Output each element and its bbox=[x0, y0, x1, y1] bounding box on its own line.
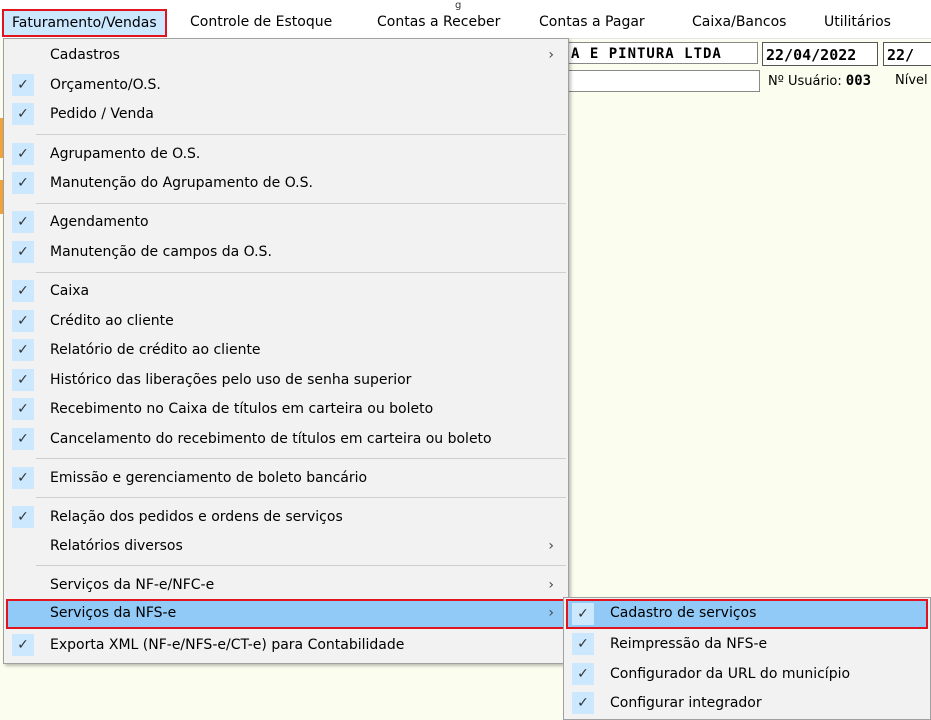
menu-item-label: Caixa bbox=[50, 283, 90, 299]
menu-item-label: Manutenção do Agrupamento de O.S. bbox=[50, 175, 313, 191]
menu-item-manutencao-campos-os[interactable]: ✓ Manutenção de campos da O.S. bbox=[6, 238, 566, 266]
menu-separator bbox=[36, 203, 566, 204]
menu-separator bbox=[36, 497, 566, 498]
submenu-item-reimpressao-nfse[interactable]: ✓ Reimpressão da NFS-e bbox=[566, 630, 930, 658]
menu-controle-estoque[interactable]: Controle de Estoque bbox=[190, 9, 332, 35]
menu-item-pedido-venda[interactable]: ✓ Pedido / Venda bbox=[6, 100, 566, 128]
menu-item-label: Configurador da URL do município bbox=[610, 666, 851, 682]
menu-item-cancelamento-recebimento[interactable]: ✓ Cancelamento do recebimento de títulos… bbox=[6, 425, 566, 453]
menu-item-label: Histórico das liberações pelo uso de sen… bbox=[50, 372, 412, 388]
check-icon: ✓ bbox=[12, 241, 34, 263]
menu-item-servicos-nfe-nfce[interactable]: Serviços da NF-e/NFC-e › bbox=[6, 571, 566, 599]
menu-item-label: Relação dos pedidos e ordens de serviços bbox=[50, 509, 343, 525]
menu-item-label: Configurar integrador bbox=[610, 695, 762, 711]
menu-separator bbox=[36, 134, 566, 135]
check-icon: ✓ bbox=[12, 143, 34, 165]
check-icon: ✓ bbox=[12, 339, 34, 361]
menu-item-historico-liberacoes[interactable]: ✓ Histórico das liberações pelo uso de s… bbox=[6, 366, 566, 394]
menu-item-label: Serviços da NFS-e bbox=[50, 605, 177, 621]
menu-item-credito-cliente[interactable]: ✓ Crédito ao cliente bbox=[6, 307, 566, 335]
check-icon: ✓ bbox=[572, 692, 594, 714]
submenu-arrow-icon: › bbox=[548, 605, 554, 621]
menu-utilitarios[interactable]: Utilitários bbox=[824, 9, 891, 35]
check-icon: ✓ bbox=[12, 310, 34, 332]
menu-item-label: Pedido / Venda bbox=[50, 106, 154, 122]
menu-item-servicos-nfse[interactable]: Serviços da NFS-e › bbox=[6, 599, 566, 629]
menu-item-label: Orçamento/O.S. bbox=[50, 77, 161, 93]
menu-item-label: Serviços da NF-e/NFC-e bbox=[50, 577, 215, 593]
check-icon: ✓ bbox=[12, 634, 34, 656]
menu-caixa-bancos[interactable]: Caixa/Bancos bbox=[692, 9, 786, 35]
menu-separator bbox=[36, 565, 566, 566]
menu-item-label: Agrupamento de O.S. bbox=[50, 146, 201, 162]
check-icon: ✓ bbox=[572, 633, 594, 655]
menu-bar: g Faturamento/Vendas Controle de Estoque… bbox=[0, 0, 931, 39]
menu-item-agrupamento-os[interactable]: ✓ Agrupamento de O.S. bbox=[6, 140, 566, 168]
menu-item-label: Agendamento bbox=[50, 214, 149, 230]
menu-item-label: Manutenção de campos da O.S. bbox=[50, 244, 272, 260]
menu-item-label: Cadastro de serviços bbox=[610, 605, 757, 621]
check-icon: ✓ bbox=[12, 398, 34, 420]
check-icon: ✓ bbox=[12, 74, 34, 96]
menu-item-relatorios-diversos[interactable]: Relatórios diversos › bbox=[6, 532, 566, 560]
secondary-field bbox=[566, 70, 760, 92]
date-field-2: 22/ bbox=[883, 42, 931, 66]
menu-separator bbox=[36, 458, 566, 459]
menu-faturamento-vendas[interactable]: Faturamento/Vendas bbox=[2, 9, 167, 37]
window-title-fragment: g bbox=[455, 0, 462, 11]
submenu-arrow-icon: › bbox=[548, 538, 554, 554]
submenu-item-configurador-url[interactable]: ✓ Configurador da URL do município bbox=[566, 660, 930, 688]
check-icon: ✓ bbox=[12, 506, 34, 528]
check-icon: ✓ bbox=[12, 280, 34, 302]
submenu-arrow-icon: › bbox=[548, 47, 554, 63]
menu-contas-receber[interactable]: Contas a Receber bbox=[377, 9, 500, 35]
menu-item-label: Cancelamento do recebimento de títulos e… bbox=[50, 431, 492, 447]
nfse-submenu: ✓ Cadastro de serviços ✓ Reimpressão da … bbox=[563, 597, 931, 720]
menu-item-label: Crédito ao cliente bbox=[50, 313, 174, 329]
menu-item-orcamento-os[interactable]: ✓ Orçamento/O.S. bbox=[6, 71, 566, 99]
menu-item-cadastros[interactable]: Cadastros › bbox=[6, 41, 566, 69]
menu-item-caixa[interactable]: ✓ Caixa bbox=[6, 277, 566, 305]
submenu-arrow-icon: › bbox=[548, 577, 554, 593]
company-name-field: A E PINTURA LTDA bbox=[566, 42, 758, 64]
menu-item-relatorio-credito[interactable]: ✓ Relatório de crédito ao cliente bbox=[6, 336, 566, 364]
check-icon: ✓ bbox=[12, 467, 34, 489]
check-icon: ✓ bbox=[12, 211, 34, 233]
submenu-item-configurar-integrador[interactable]: ✓ Configurar integrador bbox=[566, 689, 930, 717]
check-icon: ✓ bbox=[12, 428, 34, 450]
menu-item-relacao-pedidos[interactable]: ✓ Relação dos pedidos e ordens de serviç… bbox=[6, 503, 566, 531]
menu-item-label: Cadastros bbox=[50, 47, 120, 63]
submenu-item-cadastro-servicos[interactable]: ✓ Cadastro de serviços bbox=[566, 599, 928, 629]
menu-item-recebimento-caixa[interactable]: ✓ Recebimento no Caixa de títulos em car… bbox=[6, 395, 566, 423]
check-icon: ✓ bbox=[12, 103, 34, 125]
nivel-label: Nível bbox=[895, 73, 928, 88]
menu-item-label: Relatório de crédito ao cliente bbox=[50, 342, 261, 358]
user-label: Nº Usuário: bbox=[768, 74, 842, 89]
check-icon: ✓ bbox=[572, 663, 594, 685]
menu-separator bbox=[36, 272, 566, 273]
menu-item-label: Emissão e gerenciamento de boleto bancár… bbox=[50, 470, 368, 486]
menu-item-exporta-xml[interactable]: ✓ Exporta XML (NF-e/NFS-e/CT-e) para Con… bbox=[6, 631, 566, 659]
check-icon: ✓ bbox=[12, 369, 34, 391]
user-info: Nº Usuário: 003 bbox=[768, 73, 871, 89]
menu-item-manutencao-agrupamento[interactable]: ✓ Manutenção do Agrupamento de O.S. bbox=[6, 169, 566, 197]
user-number: 003 bbox=[845, 73, 872, 89]
date-field: 22/04/2022 bbox=[762, 42, 878, 66]
menu-item-agendamento[interactable]: ✓ Agendamento bbox=[6, 208, 566, 236]
faturamento-dropdown: Cadastros › ✓ Orçamento/O.S. ✓ Pedido / … bbox=[3, 38, 569, 664]
menu-item-label: Exporta XML (NF-e/NFS-e/CT-e) para Conta… bbox=[50, 637, 405, 653]
menu-item-boleto-bancario[interactable]: ✓ Emissão e gerenciamento de boleto banc… bbox=[6, 464, 566, 492]
menu-item-label: Relatórios diversos bbox=[50, 538, 183, 554]
menu-item-label: Reimpressão da NFS-e bbox=[610, 636, 768, 652]
menu-item-label: Recebimento no Caixa de títulos em carte… bbox=[50, 401, 434, 417]
check-icon: ✓ bbox=[572, 603, 594, 625]
check-icon: ✓ bbox=[12, 172, 34, 194]
menu-contas-pagar[interactable]: Contas a Pagar bbox=[539, 9, 645, 35]
